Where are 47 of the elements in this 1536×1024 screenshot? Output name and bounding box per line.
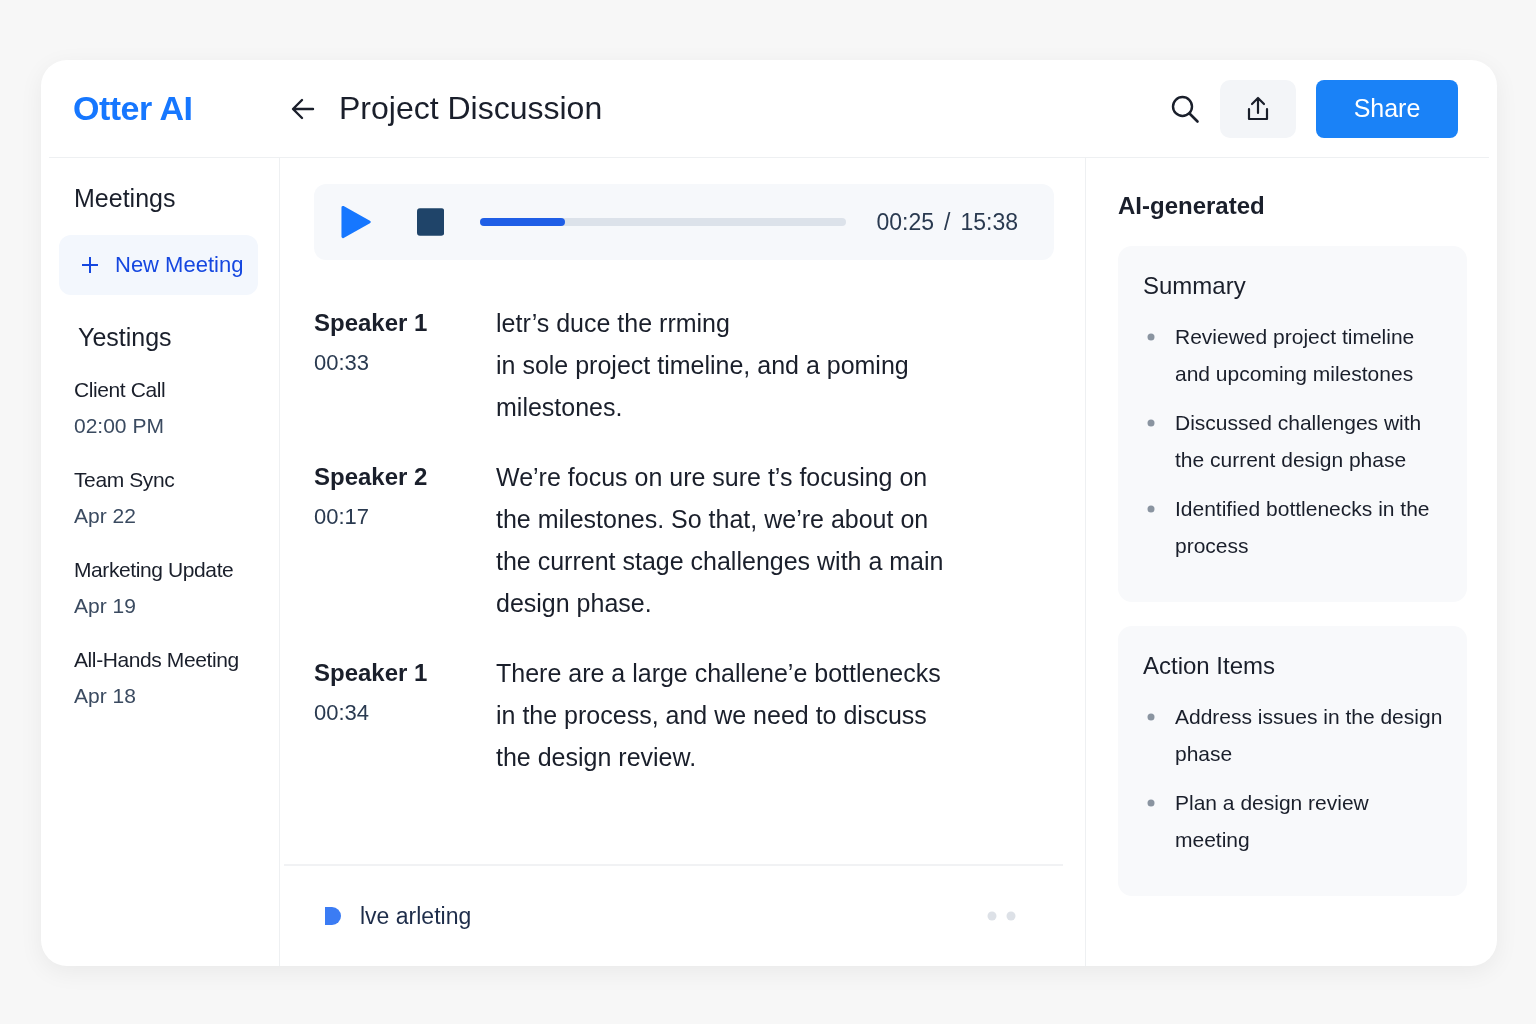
new-meeting-button[interactable]: New Meeting [59,235,258,295]
bookmark-icon [324,906,342,926]
plus-icon [81,256,99,274]
sidebar-heading: Meetings [73,184,177,213]
bullet-text: Reviewed project timeline and upcoming milestones [1175,324,1416,387]
meeting-date: Apr 18 [74,683,137,709]
bullet-icon [1147,799,1155,807]
meeting-date: Apr 22 [74,503,137,529]
timestamp: 00:34 [314,700,371,726]
bullet-text: Discussed challenges with the current design phase [1175,410,1423,473]
search-icon[interactable] [1170,93,1200,124]
bullet-icon [1147,713,1155,721]
meeting-date: 02:00 PM [74,413,165,439]
card-title: Summary [1143,272,1247,300]
page-title: Project Discussion [339,90,603,127]
play-icon[interactable] [340,204,372,240]
section-heading: Yestings [77,323,173,352]
timestamp: 00:33 [314,350,371,376]
speaker-name: Speaker 2 [314,462,429,492]
meeting-title[interactable]: All-Hands Meeting [74,642,279,678]
bullet-text: Plan a design review meeting [1175,790,1370,853]
stop-icon[interactable] [417,208,445,236]
transcript-text: letr’s duce the rrming in sole project timeline, and a poming milestones. [496,308,909,423]
upload-icon[interactable] [1220,79,1296,138]
elapsed-time: 00:25 [876,208,935,236]
time-separator: / [944,208,951,236]
meeting-title[interactable]: Team Sync [74,462,279,498]
speaker-name: Speaker 1 [314,308,429,338]
share-button[interactable]: Share [1316,79,1458,138]
card-title: Action Items [1143,652,1277,680]
bullet-text: Identified bottlenecks in the process [1175,496,1431,559]
meeting-title[interactable]: Marketing Update [74,552,279,588]
logo: Otter AI [73,89,194,128]
bullet-icon [1147,505,1155,513]
speaker-name: Speaker 1 [314,658,429,688]
meeting-date: Apr 19 [74,593,137,619]
bullet-icon [1147,333,1155,341]
footer-label: lve arleting [360,902,472,930]
meeting-title[interactable]: Client Call [74,372,279,408]
progress-track[interactable] [480,218,847,226]
panel-heading: AI-generated [1118,192,1266,220]
transcript-text: We’re focus on ure sure t’s focusing on the milestones. So that, we’re about on the current stage challenges with a main design phase. [496,462,944,619]
bullet-icon [1147,419,1155,427]
total-time: 15:38 [960,208,1018,236]
bullet-text: Address issues in the design phase [1175,704,1444,767]
timestamp: 00:17 [314,504,371,530]
transcript-text: There are a large challene’e bottlenecks in the process, and we need to discuss the design review. [496,658,941,773]
